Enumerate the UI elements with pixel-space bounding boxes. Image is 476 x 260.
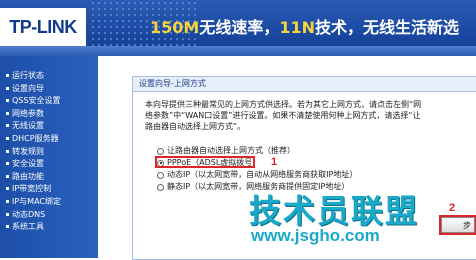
sidebar-item-ip-mac[interactable]: IP与MAC绑定 (6, 196, 98, 209)
bullet-icon (6, 212, 9, 216)
sidebar: 运行状态 设置向导 QSS安全设置 网络参数 无线设置 DHCP服务器 转发规则… (0, 56, 98, 258)
bullet-icon (6, 149, 9, 153)
slogan-highlight-tech: 11N (279, 18, 315, 37)
header-slogan: 150M无线速率，11N技术，无线生活新选 (150, 14, 476, 38)
sidebar-item-dhcp[interactable]: DHCP服务器 (6, 133, 98, 146)
bullet-icon (6, 199, 9, 203)
option-label: 动态IP（以太网宽带，自动从网络服务商获取IP地址） (167, 170, 358, 179)
sidebar-item-forwarding[interactable]: 转发规则 (6, 146, 98, 159)
radio-button[interactable] (157, 183, 164, 191)
bullet-icon (6, 187, 9, 191)
sidebar-item-network[interactable]: 网络参数 (6, 108, 98, 121)
bullet-icon (6, 162, 9, 166)
bullet-icon (6, 99, 9, 103)
sidebar-item-routing[interactable]: 路由功能 (6, 171, 98, 184)
sidebar-item-status[interactable]: 运行状态 (6, 70, 98, 83)
sidebar-item-ddns[interactable]: 动态DNS (6, 209, 98, 222)
slogan-text-1: 无线速率， (199, 18, 280, 37)
header-strip (0, 46, 476, 56)
watermark-url: www.jsgho.com (251, 226, 380, 245)
sidebar-item-label: 路由功能 (12, 171, 44, 181)
annotation-number-2: 2 (449, 202, 456, 214)
bullet-icon (6, 225, 9, 229)
sidebar-item-label: 系统工具 (12, 222, 44, 232)
description-line: 络参数”中“WAN口设置”进行设置。如果不清楚使用何种上网方式，请选择“让 (145, 111, 421, 120)
sidebar-item-label: QSS安全设置 (12, 96, 61, 106)
bullet-icon (6, 86, 9, 90)
sidebar-item-label: 转发规则 (12, 146, 44, 156)
sidebar-item-qss[interactable]: QSS安全设置 (6, 95, 98, 108)
sidebar-item-bandwidth[interactable]: IP带宽控制 (6, 183, 98, 196)
bullet-icon (6, 111, 9, 115)
sidebar-item-label: 动态DNS (12, 209, 46, 219)
wizard-title: 设置向导-上网方式 (133, 77, 476, 92)
description-line: 本向导提供三种最常见的上网方式供选择。若为其它上网方式，请点击左侧“网 (145, 100, 422, 109)
sidebar-item-label: 网络参数 (12, 108, 44, 118)
header: TP-LINK 150M无线速率，11N技术，无线生活新选 (0, 0, 476, 56)
sidebar-item-label: 设置向导 (12, 83, 44, 93)
option-dynamic-ip[interactable]: 动态IP（以太网宽带，自动从网络服务商获取IP地址） (157, 169, 357, 181)
annotation-number-1: 1 (271, 156, 278, 168)
bullet-icon (6, 174, 9, 178)
tp-link-logo: TP-LINK (0, 8, 86, 46)
sidebar-item-wireless[interactable]: 无线设置 (6, 120, 98, 133)
highlight-box-pppoe (155, 156, 255, 168)
sidebar-item-system-tools[interactable]: 系统工具 (6, 221, 98, 234)
description-line: 路由器自动选择上网方式”。 (145, 122, 246, 131)
bullet-icon (6, 124, 9, 128)
sidebar-item-label: IP带宽控制 (12, 184, 52, 194)
sidebar-item-wizard[interactable]: 设置向导 (6, 83, 98, 96)
sidebar-item-label: IP与MAC绑定 (12, 196, 62, 206)
slogan-highlight-speed: 150M (150, 18, 200, 37)
radio-button[interactable] (157, 171, 164, 179)
sidebar-item-security[interactable]: 安全设置 (6, 158, 98, 171)
wizard-description: 本向导提供三种最常见的上网方式供选择。若为其它上网方式，请点击左侧“网 络参数”… (145, 99, 445, 132)
radio-button[interactable] (157, 147, 164, 155)
sidebar-item-label: 无线设置 (12, 121, 44, 131)
sidebar-item-label: DHCP服务器 (12, 133, 59, 143)
bullet-icon (6, 136, 9, 140)
bullet-icon (6, 74, 9, 77)
sidebar-menu: 运行状态 设置向导 QSS安全设置 网络参数 无线设置 DHCP服务器 转发规则… (0, 56, 98, 234)
highlight-box-next (439, 215, 476, 235)
sidebar-item-label: 安全设置 (12, 159, 44, 169)
slogan-text-2: 技术，无线生活新选 (315, 18, 460, 37)
sidebar-item-label: 运行状态 (12, 71, 44, 80)
